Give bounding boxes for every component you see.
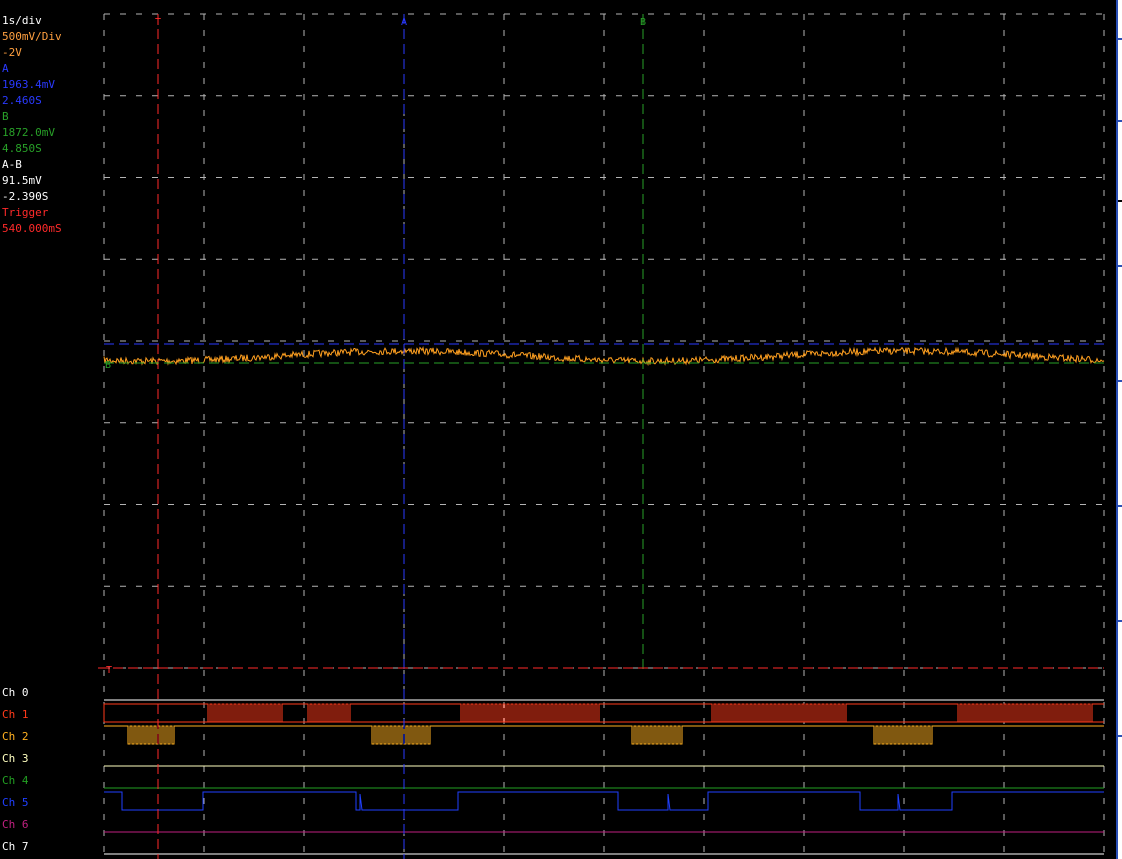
panel-marker (1118, 120, 1122, 122)
channel-label-7[interactable]: Ch 7 (2, 836, 29, 858)
channel-label-3[interactable]: Ch 3 (2, 748, 29, 770)
panel-marker (1118, 380, 1122, 382)
oscilloscope-screen[interactable]: 1s/div 500mV/Div -2V A 1963.4mV 2.460S B… (0, 0, 1116, 859)
panel-marker (1118, 200, 1122, 202)
channel-label-4[interactable]: Ch 4 (2, 770, 29, 792)
channel-label-6[interactable]: Ch 6 (2, 814, 29, 836)
window-border (1116, 0, 1118, 859)
channel-label-1[interactable]: Ch 1 (2, 704, 29, 726)
panel-marker (1118, 265, 1122, 267)
side-panel-edge (1116, 0, 1122, 859)
panel-marker (1118, 38, 1122, 40)
channel-label-5[interactable]: Ch 5 (2, 792, 29, 814)
waveform-display[interactable]: T A B B T (0, 0, 1116, 859)
graticule-grid (103, 13, 1105, 859)
panel-marker (1118, 505, 1122, 507)
cursor-a-marker-top: A (401, 17, 407, 28)
trigger-marker-top: T (155, 17, 161, 28)
cursor-b-marker-top: B (640, 17, 646, 28)
channel-label-2[interactable]: Ch 2 (2, 726, 29, 748)
logic-channel-labels: Ch 0 Ch 1 Ch 2 Ch 3 Ch 4 Ch 5 Ch 6 Ch 7 (2, 682, 29, 858)
panel-marker (1118, 735, 1122, 737)
cursor-b-level-marker: B (105, 360, 111, 371)
panel-marker (1118, 620, 1122, 622)
trigger-level-marker: T (106, 665, 112, 676)
channel-label-0[interactable]: Ch 0 (2, 682, 29, 704)
